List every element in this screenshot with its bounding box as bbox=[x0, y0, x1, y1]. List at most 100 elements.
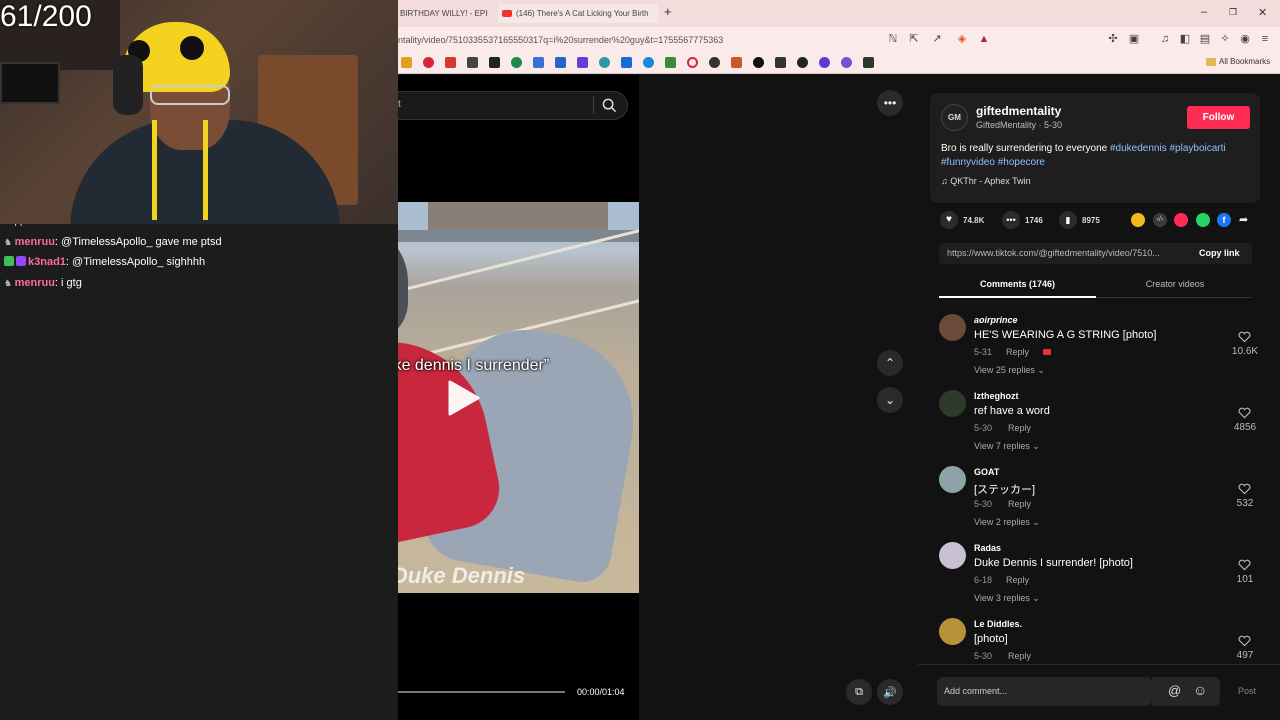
bookmark-icon[interactable] bbox=[665, 57, 676, 68]
bookmark-icon[interactable] bbox=[643, 57, 654, 68]
bookmark-save-icon[interactable]: ▮ bbox=[1059, 211, 1077, 229]
bookmark-icon[interactable] bbox=[709, 57, 720, 68]
wallet-icon[interactable]: ▤ bbox=[1199, 33, 1211, 45]
bookmark-icon[interactable] bbox=[841, 57, 852, 68]
bookmark-icon[interactable] bbox=[687, 57, 698, 68]
comment-avatar[interactable] bbox=[939, 618, 966, 645]
hashtag-link[interactable]: #playboicarti bbox=[1169, 143, 1225, 154]
comment-avatar[interactable] bbox=[939, 542, 966, 569]
chevron-up-icon[interactable]: ⌃ bbox=[877, 350, 903, 376]
browser-tab[interactable]: (146) There's A Cat Licking Your Birth bbox=[498, 4, 658, 23]
tab-creator-videos[interactable]: Creator videos bbox=[1098, 279, 1252, 289]
vpn-icon[interactable]: ◉ bbox=[1239, 33, 1251, 45]
author-avatar[interactable]: GM bbox=[941, 104, 968, 131]
bookmark-icon[interactable] bbox=[445, 57, 456, 68]
hashtag-link[interactable]: #dukedennis bbox=[1110, 143, 1167, 154]
heart-icon[interactable] bbox=[1238, 483, 1251, 495]
facebook-icon[interactable]: f bbox=[1217, 213, 1231, 227]
chevron-down-icon[interactable]: ⌄ bbox=[877, 387, 903, 413]
follow-button[interactable]: Follow bbox=[1187, 106, 1250, 129]
send-icon[interactable] bbox=[1174, 213, 1188, 227]
bookmark-icon[interactable] bbox=[731, 57, 742, 68]
restore-icon[interactable]: ❐ bbox=[1229, 7, 1237, 18]
bookmark-icon[interactable] bbox=[599, 57, 610, 68]
share-icon[interactable]: ↗ bbox=[931, 33, 943, 45]
comment-avatar[interactable] bbox=[939, 314, 966, 341]
bookmark-icon[interactable] bbox=[401, 57, 412, 68]
heart-icon[interactable] bbox=[1238, 559, 1251, 571]
reply-button[interactable]: Reply bbox=[1008, 651, 1031, 661]
view-replies[interactable]: View 2 replies ⌄ bbox=[974, 517, 1040, 528]
open-external-icon[interactable]: ⇱ bbox=[908, 33, 920, 45]
bookmark-icon[interactable] bbox=[753, 57, 764, 68]
menu-icon[interactable]: ≡ bbox=[1259, 33, 1271, 45]
url-field[interactable]: ntality/video/7510335537165550317q=i%20s… bbox=[398, 33, 873, 48]
repost-icon[interactable] bbox=[1131, 213, 1145, 227]
heart-icon[interactable] bbox=[1238, 407, 1251, 419]
heart-icon[interactable] bbox=[1238, 331, 1251, 343]
new-tab-icon[interactable]: + bbox=[664, 4, 672, 19]
bookmark-icon[interactable] bbox=[489, 57, 500, 68]
all-bookmarks[interactable]: All Bookmarks bbox=[1206, 57, 1270, 66]
share-arrow-icon[interactable]: ➦ bbox=[1239, 213, 1248, 226]
reply-button[interactable]: Reply bbox=[1006, 575, 1029, 585]
comment-avatar[interactable] bbox=[939, 390, 966, 417]
comment-icon[interactable]: ••• bbox=[1002, 211, 1020, 229]
bookmark-icon[interactable] bbox=[577, 57, 588, 68]
comment-username[interactable]: aoirprince bbox=[974, 315, 1018, 325]
reply-button[interactable]: Reply bbox=[1008, 423, 1031, 433]
bookmark-icon[interactable] bbox=[511, 57, 522, 68]
bookmark-icon[interactable] bbox=[775, 57, 786, 68]
view-replies[interactable]: View 3 replies ⌄ bbox=[974, 593, 1040, 604]
mention-icon[interactable]: @ bbox=[1168, 683, 1181, 698]
comment-text: ref have a word bbox=[974, 405, 1050, 417]
comment-username[interactable]: Le Diddles. bbox=[974, 619, 1022, 629]
bookmark-icon[interactable] bbox=[533, 57, 544, 68]
sidebar-icon[interactable]: ◧ bbox=[1179, 33, 1191, 45]
search-icon[interactable] bbox=[602, 98, 617, 113]
close-icon[interactable]: ✕ bbox=[1258, 6, 1267, 19]
minimize-icon[interactable]: – bbox=[1201, 6, 1207, 18]
comment-username[interactable]: Radas bbox=[974, 543, 1001, 553]
emoji-icon[interactable]: ☺ bbox=[1193, 682, 1207, 698]
brave-shield-icon[interactable]: ◈ bbox=[956, 33, 968, 45]
bookmark-icon[interactable] bbox=[797, 57, 808, 68]
reply-button[interactable]: Reply bbox=[1008, 499, 1031, 509]
copy-link-button[interactable]: Copy link bbox=[1199, 248, 1240, 258]
more-options-icon[interactable]: ••• bbox=[877, 90, 903, 116]
heart-icon[interactable] bbox=[1238, 635, 1251, 647]
rewards-icon[interactable]: ▲ bbox=[978, 33, 990, 45]
bookmark-icon[interactable] bbox=[863, 57, 874, 68]
whatsapp-icon[interactable] bbox=[1196, 213, 1210, 227]
bookmark-icon[interactable] bbox=[467, 57, 478, 68]
browser-tab[interactable]: BIRTHDAY WILLY! - EPIC bbox=[396, 4, 488, 23]
comment-username[interactable]: GOAT bbox=[974, 467, 999, 477]
search-input[interactable] bbox=[380, 91, 628, 120]
leo-icon[interactable]: ✧ bbox=[1219, 33, 1231, 45]
comment-username[interactable]: lztheghozt bbox=[974, 391, 1019, 401]
author-username[interactable]: giftedmentality bbox=[976, 104, 1061, 118]
comment-avatar[interactable] bbox=[939, 466, 966, 493]
tab-comments[interactable]: Comments (1746) bbox=[939, 279, 1096, 289]
embed-icon[interactable]: ‹/› bbox=[1153, 213, 1167, 227]
screenshot-icon[interactable]: ▣ bbox=[1128, 33, 1140, 45]
view-replies[interactable]: View 25 replies ⌄ bbox=[974, 365, 1045, 376]
translate-icon[interactable]: ℕ bbox=[887, 33, 899, 45]
extensions-icon[interactable]: ✣ bbox=[1107, 33, 1119, 45]
like-icon[interactable]: ♥ bbox=[940, 211, 958, 229]
play-icon[interactable] bbox=[442, 378, 482, 418]
hashtag-link[interactable]: #hopecore bbox=[998, 157, 1045, 168]
hashtag-link[interactable]: #funnyvideo bbox=[941, 157, 995, 168]
bookmark-icon[interactable] bbox=[555, 57, 566, 68]
bookmark-icon[interactable] bbox=[423, 57, 434, 68]
music-info[interactable]: ♫ QKThr - Aphex Twin bbox=[941, 176, 1031, 186]
post-button[interactable]: Post bbox=[1238, 686, 1256, 696]
view-replies[interactable]: View 7 replies ⌄ bbox=[974, 441, 1040, 452]
volume-icon[interactable]: 🔊 bbox=[877, 679, 903, 705]
bookmark-icon[interactable] bbox=[819, 57, 830, 68]
reply-button[interactable]: Reply bbox=[1006, 347, 1029, 357]
bookmark-icon[interactable] bbox=[621, 57, 632, 68]
pip-icon[interactable]: ⧉ bbox=[846, 679, 872, 705]
media-icon[interactable]: ♫ bbox=[1159, 33, 1171, 45]
chevron-down-icon: ⌄ bbox=[1032, 441, 1040, 451]
